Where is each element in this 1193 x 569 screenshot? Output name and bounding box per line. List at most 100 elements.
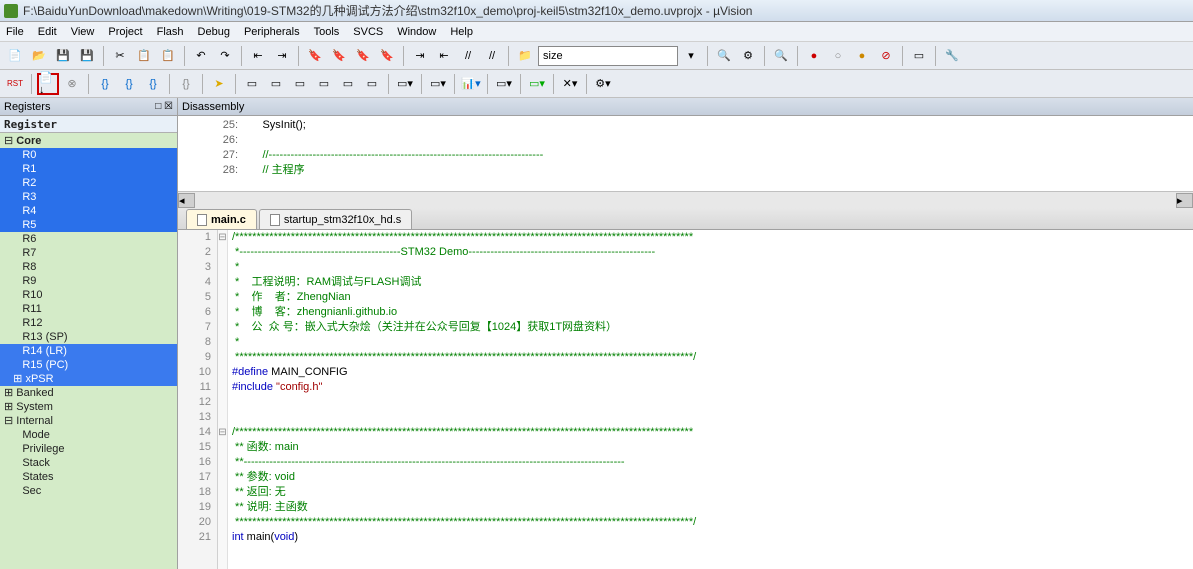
reg-r12[interactable]: R12 — [0, 316, 177, 330]
uncomment-icon[interactable]: // — [481, 45, 503, 67]
save-icon[interactable]: 💾 — [52, 45, 74, 67]
menu-edit[interactable]: Edit — [38, 26, 57, 38]
memory-window-icon[interactable]: ▭▾ — [394, 73, 416, 95]
breakpoint-enable-icon[interactable]: ○ — [827, 45, 849, 67]
int-stack[interactable]: Stack — [0, 456, 177, 470]
reg-r8[interactable]: R8 — [0, 260, 177, 274]
reg-r2[interactable]: R2 — [0, 176, 177, 190]
menu-svcs[interactable]: SVCS — [353, 26, 383, 38]
bookmark-clear-icon[interactable]: 🔖 — [376, 45, 398, 67]
menu-window[interactable]: Window — [397, 26, 436, 38]
disassembly-window-icon[interactable]: ▭ — [265, 73, 287, 95]
disasm-scrollbar[interactable]: ◂ ▸ — [178, 191, 1193, 208]
find-icon[interactable]: 🔍 — [713, 45, 735, 67]
tab-startup[interactable]: startup_stm32f10x_hd.s — [259, 209, 412, 229]
reg-xpsr[interactable]: ⊞ xPSR — [0, 372, 177, 386]
panel-controls[interactable]: □ ☒ — [155, 98, 173, 116]
watch-icon[interactable]: ▭ — [361, 73, 383, 95]
menu-debug[interactable]: Debug — [198, 26, 230, 38]
dropdown-icon[interactable]: ▾ — [680, 45, 702, 67]
register-tree[interactable]: ⊟ Core R0 R1 R2 R3 R4 R5 R6 R7 R8 R9 R10… — [0, 133, 177, 569]
stop-icon[interactable]: ⊗ — [61, 73, 83, 95]
scroll-left-icon[interactable]: ◂ — [178, 193, 195, 208]
save-all-icon[interactable]: 💾 — [76, 45, 98, 67]
debug-settings-icon[interactable]: ⚙▾ — [592, 73, 614, 95]
run-to-cursor-icon[interactable]: 📄↓ — [37, 73, 59, 95]
run-to-line-icon[interactable]: {} — [175, 73, 197, 95]
paste-icon[interactable]: 📋 — [157, 45, 179, 67]
reg-r1[interactable]: R1 — [0, 162, 177, 176]
reg-r7[interactable]: R7 — [0, 246, 177, 260]
menu-flash[interactable]: Flash — [157, 26, 184, 38]
disassembly-view[interactable]: 25: SysInit(); 26: 27: //---------------… — [178, 116, 1193, 191]
reset-icon[interactable]: RST — [4, 73, 26, 95]
symbol-window-icon[interactable]: ▭ — [289, 73, 311, 95]
int-privilege[interactable]: Privilege — [0, 442, 177, 456]
bookmark-prev-icon[interactable]: 🔖 — [328, 45, 350, 67]
reg-r10[interactable]: R10 — [0, 288, 177, 302]
breakpoint-kill-icon[interactable]: ⊘ — [875, 45, 897, 67]
menu-view[interactable]: View — [71, 26, 95, 38]
system-viewer-icon[interactable]: ▭▾ — [526, 73, 548, 95]
registers-window-icon[interactable]: ▭ — [313, 73, 335, 95]
bookmark-next-icon[interactable]: 🔖 — [352, 45, 374, 67]
outdent-icon[interactable]: ⇤ — [433, 45, 455, 67]
bookmark-icon[interactable]: 🔖 — [304, 45, 326, 67]
trace-window-icon[interactable]: ▭▾ — [493, 73, 515, 95]
tree-core[interactable]: ⊟ Core — [0, 134, 177, 148]
code-content[interactable]: /***************************************… — [228, 230, 1193, 569]
configure-icon[interactable]: 🔧 — [941, 45, 963, 67]
breakpoint-disable-icon[interactable]: ● — [851, 45, 873, 67]
code-editor[interactable]: 123456789101112131415161718192021 ⊟⊟ /**… — [178, 230, 1193, 569]
step-over-icon[interactable]: {} — [118, 73, 140, 95]
indent-icon[interactable]: ⇥ — [409, 45, 431, 67]
copy-icon[interactable]: 📋 — [133, 45, 155, 67]
menu-tools[interactable]: Tools — [314, 26, 340, 38]
reg-r15[interactable]: R15 (PC) — [0, 358, 177, 372]
debug-start-icon[interactable]: 🔍 — [770, 45, 792, 67]
analysis-window-icon[interactable]: 📊▾ — [460, 73, 482, 95]
undo-icon[interactable]: ↶ — [190, 45, 212, 67]
prev-bookmark-icon[interactable]: ⇤ — [247, 45, 269, 67]
new-file-icon[interactable]: 📄 — [4, 45, 26, 67]
reg-r14[interactable]: R14 (LR) — [0, 344, 177, 358]
reg-r11[interactable]: R11 — [0, 302, 177, 316]
breakpoint-insert-icon[interactable]: ● — [803, 45, 825, 67]
scroll-right-icon[interactable]: ▸ — [1176, 193, 1193, 208]
reg-r0[interactable]: R0 — [0, 148, 177, 162]
fold-column[interactable]: ⊟⊟ — [218, 230, 228, 569]
menu-project[interactable]: Project — [108, 26, 142, 38]
open-file-icon[interactable]: 📂 — [28, 45, 50, 67]
tab-main-c[interactable]: main.c — [186, 209, 257, 229]
command-window-icon[interactable]: ▭ — [241, 73, 263, 95]
int-states[interactable]: States — [0, 470, 177, 484]
menu-peripherals[interactable]: Peripherals — [244, 26, 300, 38]
find-in-files-icon[interactable]: 📁 — [514, 45, 536, 67]
redo-icon[interactable]: ↷ — [214, 45, 236, 67]
next-bookmark-icon[interactable]: ⇥ — [271, 45, 293, 67]
int-sec[interactable]: Sec — [0, 484, 177, 498]
menu-help[interactable]: Help — [450, 26, 473, 38]
show-next-icon[interactable]: ➤ — [208, 73, 230, 95]
reg-r6[interactable]: R6 — [0, 232, 177, 246]
tree-banked[interactable]: ⊞ Banked — [0, 386, 177, 400]
reg-r5[interactable]: R5 — [0, 218, 177, 232]
step-out-icon[interactable]: {} — [142, 73, 164, 95]
call-stack-icon[interactable]: ▭ — [337, 73, 359, 95]
find-combo[interactable] — [538, 46, 678, 66]
reg-r9[interactable]: R9 — [0, 274, 177, 288]
reg-r3[interactable]: R3 — [0, 190, 177, 204]
cut-icon[interactable]: ✂ — [109, 45, 131, 67]
toolbox-icon[interactable]: ✕▾ — [559, 73, 581, 95]
comment-icon[interactable]: // — [457, 45, 479, 67]
serial-window-icon[interactable]: ▭▾ — [427, 73, 449, 95]
reg-r13[interactable]: R13 (SP) — [0, 330, 177, 344]
window-list-icon[interactable]: ▭ — [908, 45, 930, 67]
int-mode[interactable]: Mode — [0, 428, 177, 442]
tree-internal[interactable]: ⊟ Internal — [0, 414, 177, 428]
reg-r4[interactable]: R4 — [0, 204, 177, 218]
config-icon[interactable]: ⚙ — [737, 45, 759, 67]
step-into-icon[interactable]: {} — [94, 73, 116, 95]
menu-file[interactable]: File — [6, 26, 24, 38]
tree-system[interactable]: ⊞ System — [0, 400, 177, 414]
